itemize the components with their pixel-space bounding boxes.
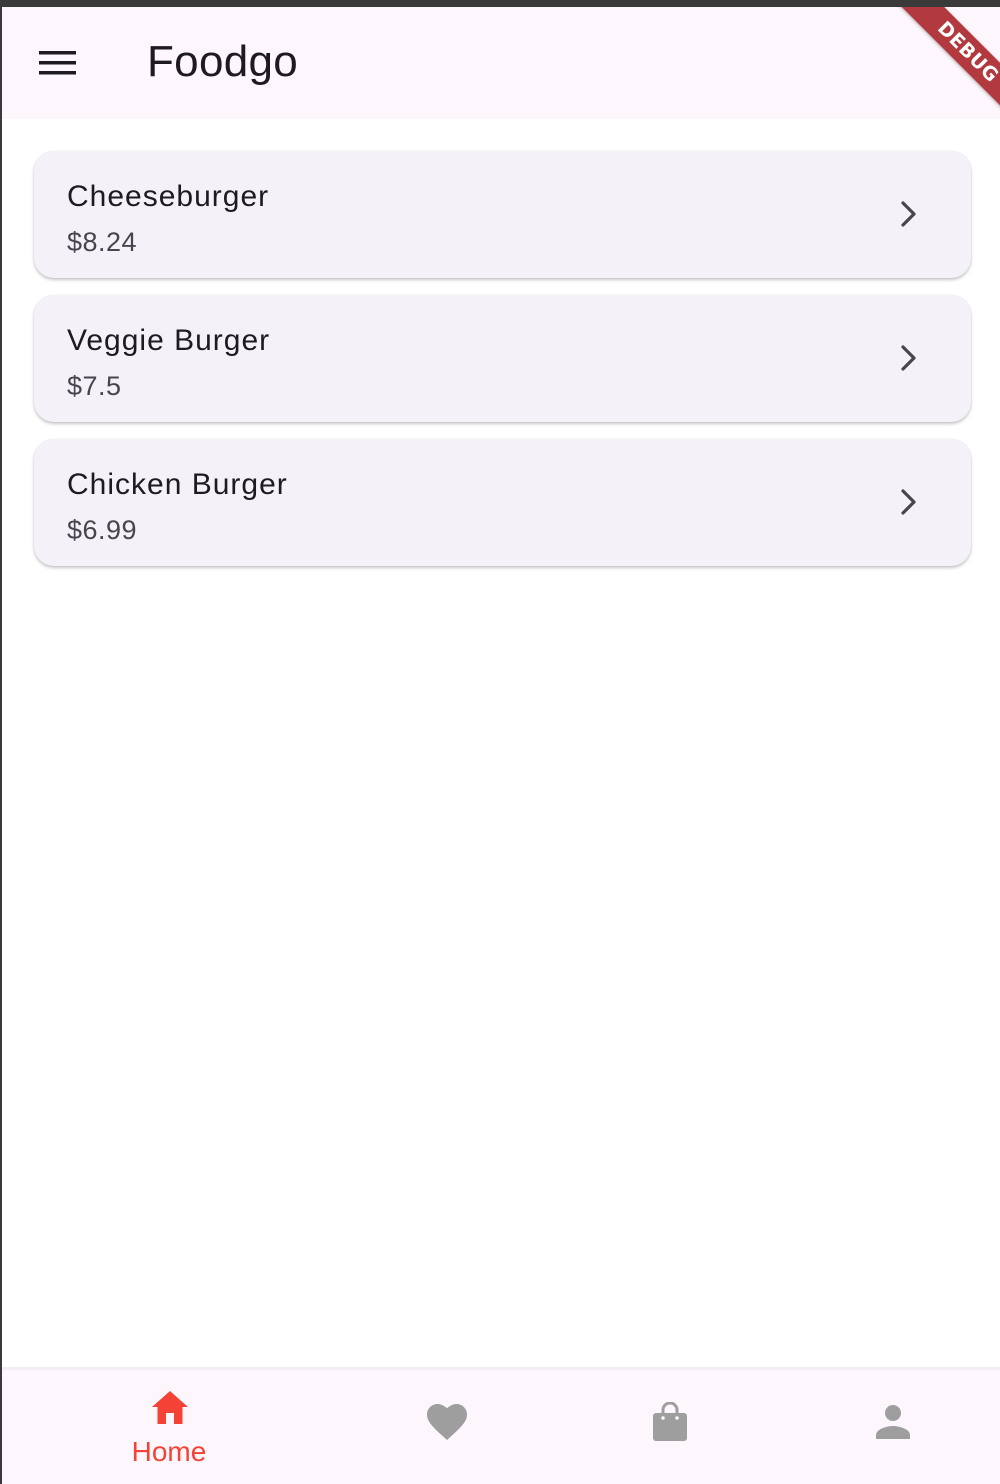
nav-item-profile[interactable] [854,1370,934,1484]
menu-list: Cheeseburger $8.24 Veggie Burger $7.5 Ch… [34,151,971,583]
app-title: Foodgo [147,37,299,86]
nav-item-favorites[interactable] [406,1370,486,1484]
chevron-right-icon [901,345,916,371]
menu-item-name: Chicken Burger [67,468,288,501]
nav-item-home[interactable]: Home [110,1370,228,1484]
chevron-right-icon [901,489,916,515]
nav-item-cart[interactable] [632,1370,712,1484]
home-icon [152,1391,188,1424]
menu-item-price: $6.99 [67,515,138,545]
menu-item-name: Cheeseburger [67,180,270,213]
menu-item-card[interactable]: Chicken Burger $6.99 [34,439,971,566]
hamburger-menu-icon[interactable] [24,29,92,97]
menu-item-price: $8.24 [67,227,138,257]
menu-item-name: Veggie Burger [67,324,271,357]
heart-icon [427,1404,467,1440]
menu-item-card[interactable]: Cheeseburger $8.24 [34,151,971,278]
app-window: Foodgo DEBUG Cheeseburger $8.24 Veggie B… [2,7,1000,1484]
menu-item-price: $7.5 [67,371,122,401]
app-bar: Foodgo DEBUG [2,7,1000,119]
bottom-navigation-bar: Home [2,1367,1000,1484]
chevron-right-icon [901,201,916,227]
debug-banner: DEBUG [848,7,1000,119]
person-icon [876,1405,910,1439]
shopping-bag-icon [653,1402,687,1441]
debug-banner-label: DEBUG [933,17,1000,87]
menu-item-card[interactable]: Veggie Burger $7.5 [34,295,971,422]
nav-item-label: Home [131,1436,207,1467]
